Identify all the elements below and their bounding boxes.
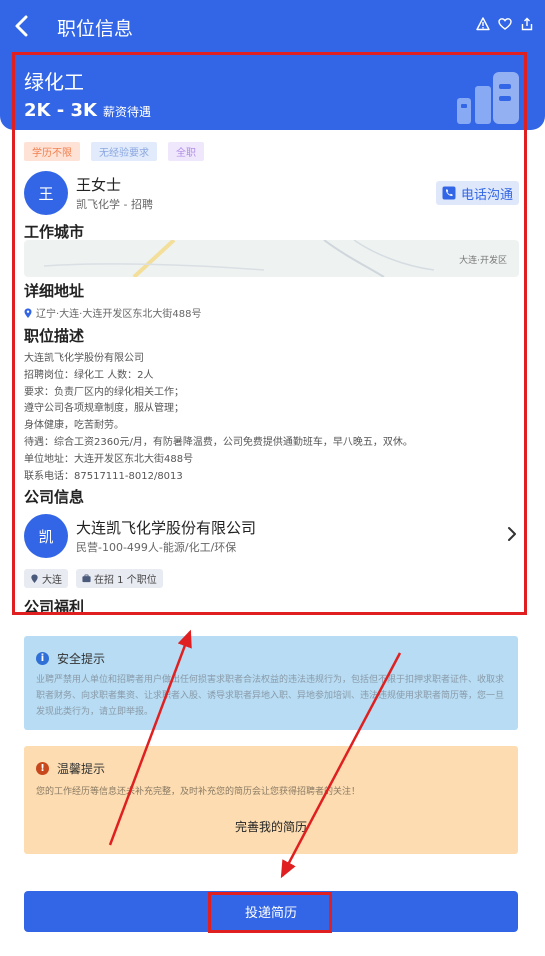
- phone-call-label: 电话沟通: [460, 187, 513, 203]
- tag-experience: 无经验要求: [91, 142, 157, 161]
- company-city-tag: 大连: [24, 569, 68, 588]
- company-avatar: 凯: [24, 514, 68, 558]
- buildings-decoration-icon: [457, 72, 519, 124]
- top-bar: 职位信息: [0, 0, 545, 52]
- company-name: 大连凯飞化学股份有限公司: [76, 519, 257, 537]
- back-button[interactable]: [10, 12, 34, 40]
- description-line: 联系电话：87517111-8012/8013: [24, 470, 183, 482]
- heart-icon: [498, 18, 512, 30]
- report-button[interactable]: [475, 16, 491, 32]
- tag-education: 学历不限: [24, 142, 80, 161]
- map-roads: [43, 240, 435, 277]
- company-tags: 大连 在招 1 个职位: [24, 569, 163, 588]
- company-card[interactable]: 凯 大连凯飞化学股份有限公司 民营-100-499人-能源/化工/环保: [24, 514, 519, 558]
- map-district-label: 大连·开发区: [459, 256, 507, 266]
- job-description: 大连凯飞化学股份有限公司 招聘岗位：绿化工 人数：2人 要求：负责厂区内的绿化相…: [24, 351, 519, 485]
- share-icon: [521, 17, 533, 31]
- address-text: 辽宁·大连·大连开发区东北大街488号: [36, 309, 202, 320]
- safety-notice-body: 业聘严禁用人单位和招聘者用户做出任何损害求职者合法权益的违法违规行为，包括但不限…: [36, 675, 505, 717]
- top-actions: [475, 16, 535, 32]
- share-button[interactable]: [519, 16, 535, 32]
- company-jobs-label: 在招 1 个职位: [94, 575, 157, 586]
- safety-notice-card: i 安全提示 业聘严禁用人单位和招聘者用户做出任何损害求职者合法权益的违法违规行…: [24, 636, 518, 730]
- work-city-heading: 工作城市: [24, 223, 85, 241]
- company-info-heading: 公司信息: [24, 488, 85, 506]
- description-line: 大连凯飞化学股份有限公司: [24, 353, 144, 364]
- description-line: 待遇：综合工资2360元/月，有防暑降温费，公司免费提供通勤班车，早八晚五，双休…: [24, 436, 413, 448]
- description-line: 遵守公司各项规章制度，服从管理；: [24, 403, 184, 415]
- recruiter-name: 王女士: [76, 176, 122, 194]
- tag-job-type: 全职: [168, 142, 204, 161]
- job-address: 辽宁·大连·大连开发区东北大街488号: [24, 305, 201, 320]
- location-pin-icon: [24, 308, 32, 318]
- page-title: 职位信息: [57, 18, 134, 40]
- description-line: 招聘岗位：绿化工 人数：2人: [24, 369, 154, 381]
- chevron-right-icon: [508, 527, 516, 541]
- phone-call-button[interactable]: 电话沟通: [435, 181, 519, 205]
- company-city-label: 大连: [42, 575, 62, 586]
- info-icon: i: [36, 652, 49, 665]
- submit-resume-button[interactable]: 投递简历: [24, 891, 518, 932]
- salary-label: 薪资待遇: [102, 105, 151, 119]
- briefcase-icon: [82, 574, 91, 583]
- salary: 2K - 3K 薪资待遇: [24, 100, 151, 121]
- description-line: 身体健康，吃苦耐劳。: [24, 420, 124, 432]
- tip-header: ! 温馨提示: [36, 760, 105, 777]
- salary-amount: 2K - 3K: [24, 100, 97, 121]
- address-heading: 详细地址: [24, 282, 85, 300]
- safety-notice-title: 安全提示: [57, 652, 106, 666]
- location-map[interactable]: 大连·开发区: [24, 240, 519, 277]
- phone-icon: [442, 186, 456, 200]
- recruiter-avatar: 王: [24, 171, 68, 215]
- complete-resume-button[interactable]: 完善我的简历: [24, 818, 518, 835]
- company-welfare-heading: 公司福利: [24, 598, 85, 616]
- job-tags: 学历不限 无经验要求 全职: [24, 142, 204, 161]
- warning-icon: [476, 17, 490, 31]
- submit-resume-label: 投递简历: [244, 906, 297, 921]
- tip-title: 温馨提示: [57, 762, 106, 776]
- recruiter-contact: 王 王女士 凯飞化学 - 招聘 电话沟通: [24, 171, 519, 215]
- safety-notice-header: i 安全提示: [36, 650, 105, 667]
- recruiter-role: 凯飞化学 - 招聘: [76, 198, 153, 211]
- company-jobs-tag[interactable]: 在招 1 个职位: [76, 569, 163, 588]
- alert-icon: !: [36, 762, 49, 775]
- job-description-heading: 职位描述: [24, 327, 85, 345]
- company-meta: 民营-100-499人-能源/化工/环保: [76, 541, 237, 554]
- tip-card: ! 温馨提示 您的工作经历等信息还未补充完整，及时补充您的简历会让您获得招聘者的…: [24, 746, 518, 854]
- job-title: 绿化工: [24, 70, 84, 94]
- description-line: 要求：负责厂区内的绿化相关工作；: [24, 386, 184, 398]
- favorite-button[interactable]: [497, 16, 513, 32]
- tip-body: 您的工作经历等信息还未补充完整，及时补充您的简历会让您获得招聘者的关注！: [36, 787, 361, 797]
- job-header: 职位信息 绿化工 2K - 3K 薪资待遇: [0, 0, 545, 130]
- chevron-left-icon: [15, 15, 28, 37]
- location-pin-icon: [31, 574, 38, 583]
- description-line: 单位地址：大连开发区东北大街488号: [24, 453, 194, 465]
